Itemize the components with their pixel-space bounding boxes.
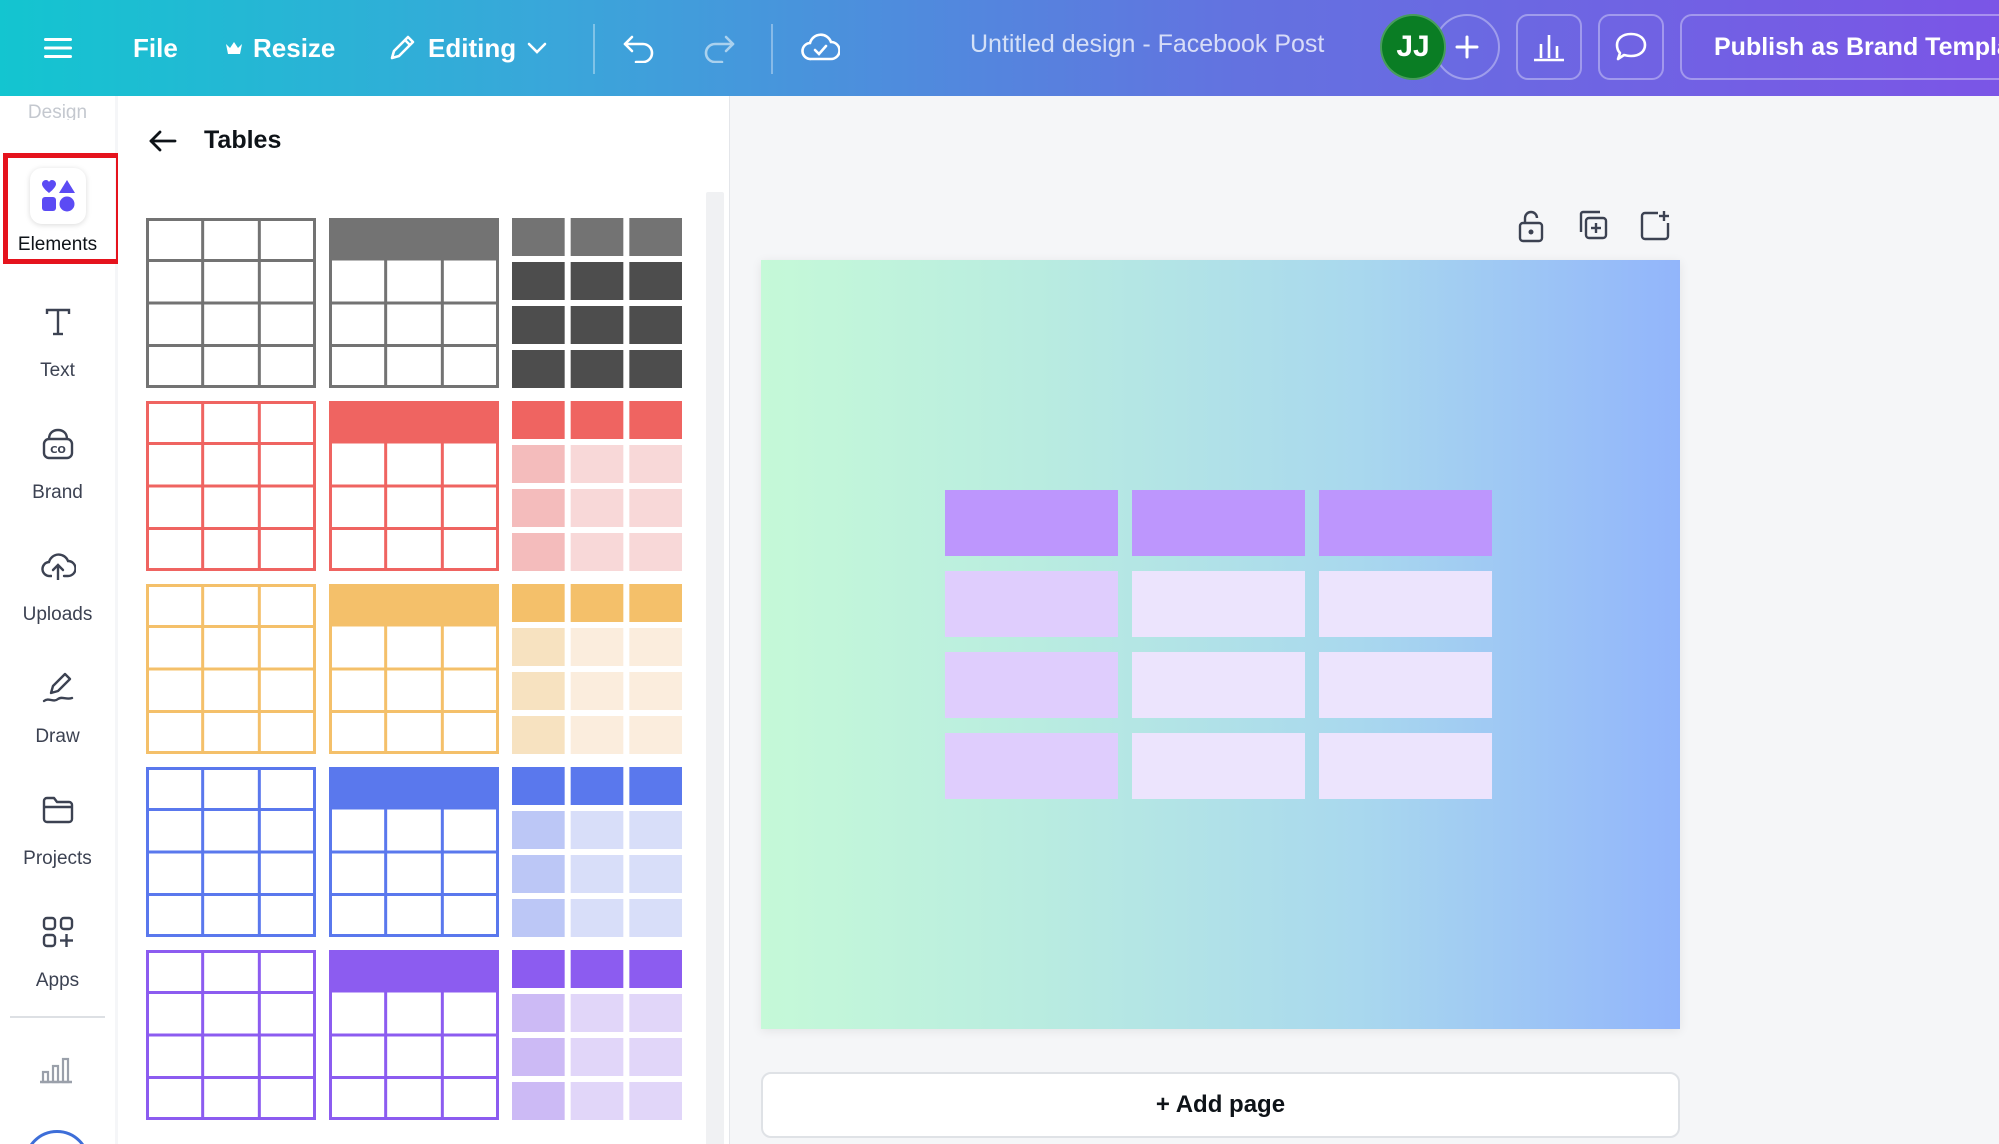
rail-item-apps[interactable]: Apps (0, 896, 115, 1006)
save-status-button[interactable] (800, 20, 840, 76)
file-label: File (133, 32, 178, 63)
add-page-icon (1640, 211, 1670, 241)
table-header-cell[interactable] (945, 490, 1118, 556)
table-style-tile[interactable] (146, 401, 316, 571)
crown-icon (226, 42, 242, 54)
draw-icon (30, 660, 86, 716)
table-cell[interactable] (1132, 571, 1305, 637)
design-canvas[interactable] (761, 260, 1680, 1029)
duplicate-icon (1579, 210, 1608, 240)
resize-button[interactable]: Resize (225, 20, 335, 76)
plus-icon (1455, 35, 1479, 59)
table-header-cell[interactable] (1132, 490, 1305, 556)
brand-icon: CO (30, 416, 86, 472)
back-arrow-icon[interactable] (148, 128, 178, 154)
elements-highlight-box (3, 153, 121, 264)
table-style-tile[interactable] (329, 767, 499, 937)
table-style-tile[interactable] (329, 584, 499, 754)
lock-icon (1518, 210, 1544, 243)
redo-icon (704, 35, 735, 63)
page-lock-button[interactable] (1515, 208, 1547, 248)
table-cell[interactable] (1319, 652, 1492, 718)
upload-cloud-icon (30, 538, 86, 594)
rail-item-uploads[interactable]: Uploads (0, 530, 115, 640)
rail-item-label: Brand (32, 482, 83, 503)
panel-header: Tables (148, 126, 281, 155)
file-menu-button[interactable]: File (133, 20, 178, 76)
table-style-tile[interactable] (146, 218, 316, 388)
table-cell[interactable] (945, 733, 1118, 799)
rail-item-brand[interactable]: CO Brand (0, 408, 115, 518)
publish-label: Publish as Brand Template (1714, 32, 1999, 61)
hamburger-menu-icon[interactable] (38, 20, 78, 76)
rail-item-label: Draw (35, 726, 80, 747)
table-cell[interactable] (1319, 733, 1492, 799)
svg-text:CO: CO (50, 445, 66, 456)
toolbar-divider (593, 24, 595, 74)
undo-icon (623, 35, 654, 63)
add-page-button[interactable]: + Add page (761, 1072, 1680, 1138)
bar-chart-icon[interactable] (38, 1054, 74, 1089)
table-cell[interactable] (945, 571, 1118, 637)
table-cell[interactable] (945, 652, 1118, 718)
table-style-tile[interactable] (512, 584, 682, 754)
table-style-tile[interactable] (329, 218, 499, 388)
top-bar: File Resize Editing Untitled design - Fa… (0, 0, 1999, 96)
panel-scrollbar[interactable] (706, 192, 724, 1144)
rail-item-projects[interactable]: Projects (0, 774, 115, 884)
undo-button[interactable] (622, 20, 656, 76)
table-style-tile[interactable] (146, 950, 316, 1120)
rail-item-label: Projects (23, 848, 92, 869)
redo-button[interactable] (702, 20, 736, 76)
table-style-tile[interactable] (512, 767, 682, 937)
editing-mode-button[interactable]: Editing (386, 20, 548, 76)
table-style-tile[interactable] (512, 950, 682, 1120)
table-style-tile[interactable] (512, 218, 682, 388)
table-cell[interactable] (1319, 571, 1492, 637)
tables-panel: Tables (118, 96, 730, 1144)
rail-divider (10, 1016, 105, 1018)
table-style-tile[interactable] (329, 950, 499, 1120)
rail-item-label: Apps (35, 970, 80, 991)
publish-brand-template-button[interactable]: Publish as Brand Template (1680, 14, 1999, 80)
table-header-cell[interactable] (1319, 490, 1492, 556)
text-icon (30, 294, 86, 350)
toolbar-divider (771, 24, 773, 74)
magic-circle-icon[interactable] (24, 1130, 90, 1144)
table-cell[interactable] (1132, 652, 1305, 718)
apps-icon (30, 904, 86, 960)
rail-item-label: Uploads (22, 604, 93, 625)
cloud-check-icon (801, 33, 840, 61)
add-page-icon-button[interactable] (1638, 208, 1672, 248)
resize-label: Resize (253, 32, 336, 63)
folder-icon (30, 782, 86, 838)
rail-item-text[interactable]: Text (0, 286, 115, 396)
pencil-icon (390, 35, 415, 60)
rail-item-label: Text (40, 360, 75, 381)
table-style-tile[interactable] (512, 401, 682, 571)
bar-chart-icon (1534, 35, 1564, 62)
editing-label: Editing (428, 32, 517, 63)
duplicate-page-button[interactable] (1576, 208, 1610, 248)
document-title[interactable]: Untitled design - Facebook Post (970, 30, 1324, 59)
avatar[interactable]: JJ (1380, 14, 1446, 80)
panel-title: Tables (204, 126, 282, 154)
table-style-tile[interactable] (146, 767, 316, 937)
rail-item-design-faded[interactable]: Design (0, 98, 115, 120)
insights-button[interactable] (1516, 14, 1582, 80)
table-style-tile[interactable] (146, 584, 316, 754)
rail-item-draw[interactable]: Draw (0, 652, 115, 762)
chevron-down-icon (527, 42, 547, 54)
speech-bubble-icon (1615, 32, 1647, 61)
table-style-tile[interactable] (329, 401, 499, 571)
table-cell[interactable] (1132, 733, 1305, 799)
comments-button[interactable] (1598, 14, 1664, 80)
